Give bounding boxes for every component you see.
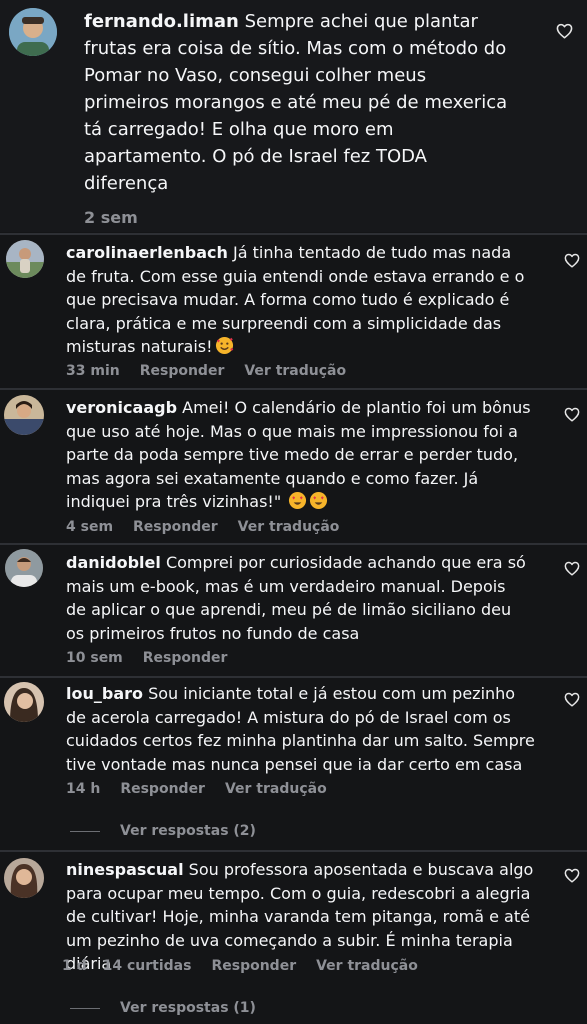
comment-fernando-liman: fernando.liman Sempre achei que plantar … [0, 0, 587, 232]
comment-meta: 33 min Responder Ver tradução [66, 363, 346, 379]
comment-text: danidoblel Comprei por curiosidade achan… [66, 551, 528, 645]
comment-ninespascual: ninespascual Sou professora aposentada e… [0, 852, 587, 1024]
comment-time: 4 sem [66, 519, 114, 535]
comment-text: carolinaerlenbach Já tinha tentado de tu… [66, 241, 536, 359]
comment-time: 1 d [62, 958, 87, 974]
comment-lou-baro: lou_baro Sou iniciante total e já estou … [0, 678, 587, 848]
comment-username[interactable]: lou_baro [66, 684, 143, 703]
comment-time: 33 min [66, 363, 120, 379]
comment-text: fernando.liman Sempre achei que plantar … [84, 8, 516, 197]
comment-username[interactable]: fernando.liman [84, 11, 239, 32]
comment-time: 2 sem [84, 208, 138, 227]
comment-username[interactable]: danidoblel [66, 553, 161, 572]
comment-body: Sempre achei que plantar frutas era cois… [84, 11, 508, 194]
avatar-ninespascual[interactable] [4, 858, 44, 898]
comment-meta: 1 d 14 curtidas Responder Ver tradução [62, 958, 418, 974]
comment-carolinaerlenbach: carolinaerlenbach Já tinha tentado de tu… [0, 235, 587, 387]
like-heart-icon[interactable] [564, 253, 580, 268]
comment-username[interactable]: ninespascual [66, 860, 184, 879]
comment-meta: 10 sem Responder [66, 650, 227, 666]
comment-veronicaagb: veronicaagb Amei! O calendário de planti… [0, 390, 587, 542]
comment-text: veronicaagb Amei! O calendário de planti… [66, 396, 544, 514]
view-replies-button[interactable]: Ver respostas (2) [70, 823, 256, 839]
translate-button[interactable]: Ver tradução [316, 958, 418, 974]
translate-button[interactable]: Ver tradução [225, 781, 327, 797]
comment-username[interactable]: carolinaerlenbach [66, 243, 228, 262]
comment-text: lou_baro Sou iniciante total e já estou … [66, 682, 536, 776]
comment-username[interactable]: veronicaagb [66, 398, 177, 417]
view-replies-label: Ver respostas (1) [120, 1000, 256, 1016]
like-heart-icon[interactable] [564, 407, 580, 422]
smiling-face-with-hearts-icon [215, 336, 234, 355]
comment-meta: 2 sem [84, 208, 138, 227]
likes-count[interactable]: 14 curtidas [103, 958, 192, 974]
comment-meta: 14 h Responder Ver tradução [66, 781, 327, 797]
avatar-danidoblel[interactable] [5, 549, 43, 587]
like-heart-icon[interactable] [556, 23, 573, 39]
translate-button[interactable]: Ver tradução [238, 519, 340, 535]
reply-button[interactable]: Responder [211, 958, 296, 974]
view-replies-button[interactable]: Ver respostas (1) [70, 1000, 256, 1016]
reply-button[interactable]: Responder [140, 363, 225, 379]
comment-time: 14 h [66, 781, 101, 797]
like-heart-icon[interactable] [564, 692, 580, 707]
replies-divider-line [70, 830, 100, 832]
like-heart-icon[interactable] [564, 561, 580, 576]
view-replies-label: Ver respostas (2) [120, 823, 256, 839]
avatar-carolinaerlenbach[interactable] [6, 240, 44, 278]
reply-button[interactable]: Responder [120, 781, 205, 797]
comment-danidoblel: danidoblel Comprei por curiosidade achan… [0, 545, 587, 675]
avatar-fernando-liman[interactable] [9, 8, 57, 56]
reply-button[interactable]: Responder [143, 650, 228, 666]
translate-button[interactable]: Ver tradução [244, 363, 346, 379]
heart-eyes-icon [288, 491, 307, 510]
replies-divider-line [70, 1007, 100, 1009]
heart-eyes-icon [309, 491, 328, 510]
comment-time: 10 sem [66, 650, 123, 666]
avatar-veronicaagb[interactable] [4, 395, 44, 435]
like-heart-icon[interactable] [564, 868, 580, 883]
comment-meta: 4 sem Responder Ver tradução [66, 519, 339, 535]
reply-button[interactable]: Responder [133, 519, 218, 535]
avatar-lou-baro[interactable] [4, 682, 44, 722]
